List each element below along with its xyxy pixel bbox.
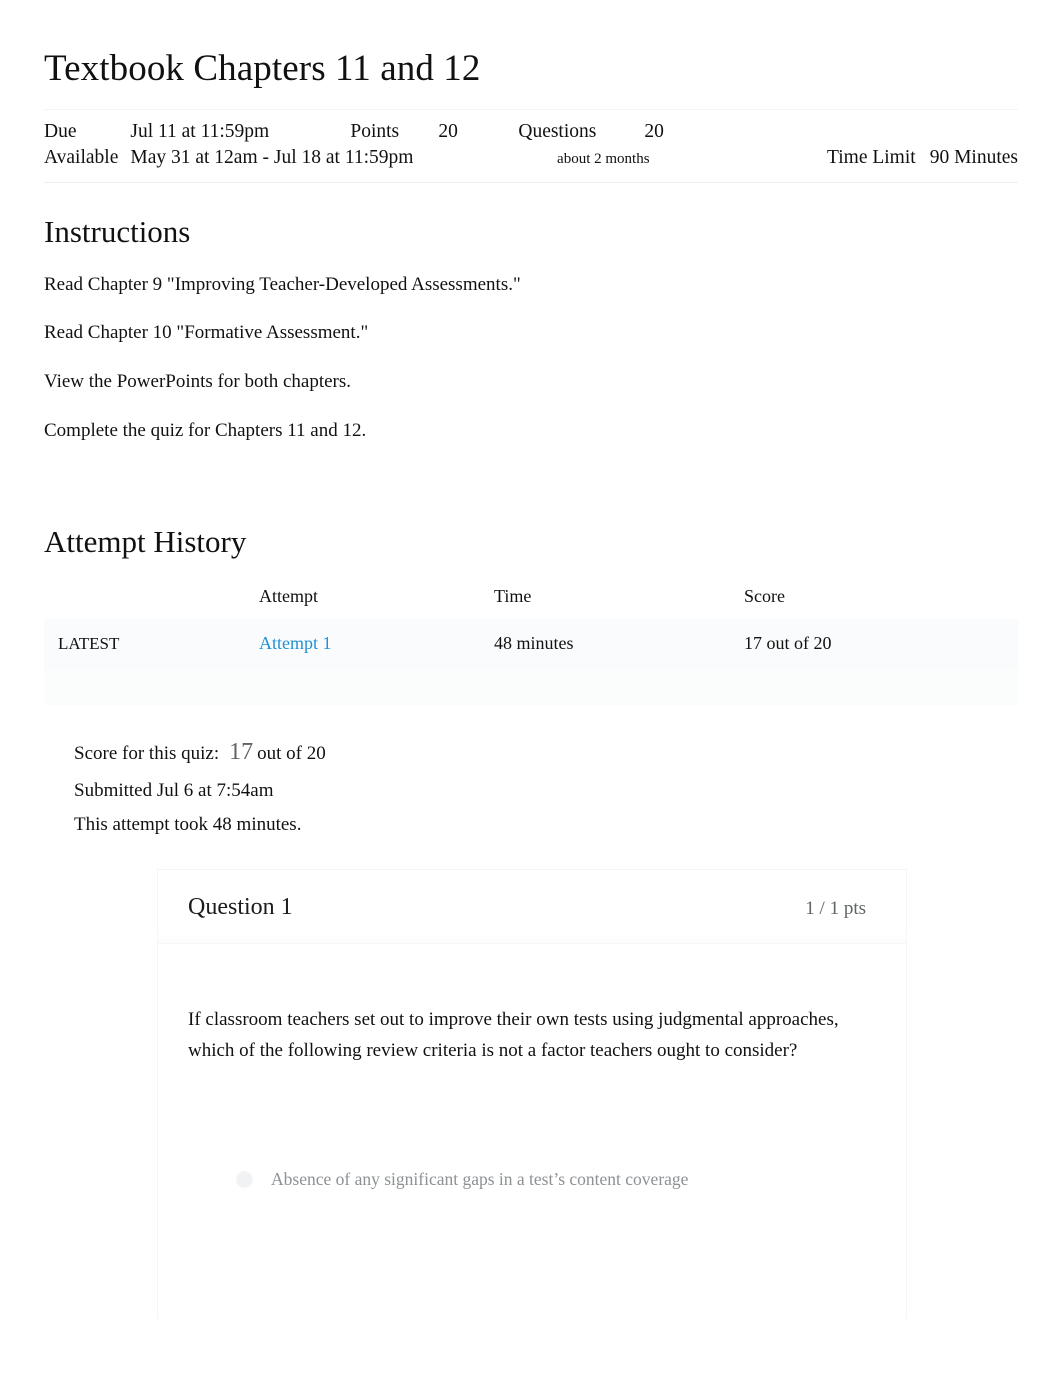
instruction-line: View the PowerPoints for both chapters. (44, 371, 352, 393)
questions-label: Questions (518, 120, 597, 142)
column-header-blank (44, 582, 259, 619)
table-row: LATEST Attempt 1 48 minutes 17 out of 20 (44, 619, 1018, 670)
quiz-results-page: Textbook Chapters 11 and 12 Due Jul 11 a… (0, 0, 1062, 1377)
question-card: Question 1 1 / 1 pts If classroom teache… (157, 868, 907, 1320)
points-label: Points (350, 120, 400, 142)
submitted-row: Submitted Jul 6 at 7:54am (74, 780, 274, 802)
answer-list: Absence of any significant gaps in a tes… (188, 1159, 862, 1320)
due-value: Jul 11 at 11:59pm (130, 120, 270, 142)
column-header-score: Score (744, 586, 785, 607)
table-row-spacer (44, 669, 1018, 706)
answer-option-label: Absence of any significant gaps in a tes… (271, 1168, 689, 1189)
attempt-1-link[interactable]: Attempt 1 (259, 633, 332, 653)
attempt-history-head: Attempt Time Score (44, 582, 1018, 619)
table-header-row: Attempt Time Score (44, 582, 1018, 619)
instructions-body: Read Chapter 9 "Improving Teacher-Develo… (44, 272, 1018, 444)
time-limit-cell: Time Limit 90 Minutes (688, 145, 1018, 171)
attempt-score-cell: 17 out of 20 (744, 619, 1018, 670)
quiz-meta-table: Due Jul 11 at 11:59pm Points 20 Question… (44, 119, 1018, 171)
points-value: 20 (438, 120, 458, 142)
time-limit-value: 90 Minutes (929, 146, 1018, 168)
time-limit-label: Time Limit (827, 146, 916, 168)
available-value: May 31 at 12am - Jul 18 at 11:59pm (130, 146, 414, 168)
quiz-meta-header: Due Jul 11 at 11:59pm Points 20 Question… (44, 108, 1018, 183)
due-label: Due (44, 120, 77, 142)
question-text: If classroom teachers set out to improve… (188, 1008, 839, 1062)
questions-value: 20 (644, 120, 664, 142)
latest-badge: LATEST (44, 619, 259, 670)
question-body: If classroom teachers set out to improve… (158, 944, 906, 1320)
attempt-time-cell: 48 minutes (494, 619, 744, 670)
question-header: Question 1 1 / 1 pts (158, 869, 906, 944)
attempt-cell: Attempt 1 (259, 619, 494, 670)
attempt-history-body: LATEST Attempt 1 48 minutes 17 out of 20 (44, 619, 1018, 706)
available-duration-note: about 2 months (557, 150, 650, 167)
question-name: Question 1 (188, 893, 293, 920)
column-header-time: Time (494, 586, 532, 607)
page-title: Textbook Chapters 11 and 12 (44, 48, 481, 89)
quiz-meta-row-2: Available May 31 at 12am - Jul 18 at 11:… (44, 145, 1018, 171)
instruction-line: Read Chapter 9 "Improving Teacher-Develo… (44, 273, 521, 295)
question-points: 1 / 1 pts (805, 897, 866, 919)
instruction-line: Complete the quiz for Chapters 11 and 12… (44, 419, 367, 441)
answer-option[interactable]: Absence of any significant gaps in a tes… (188, 1159, 862, 1200)
instructions-heading: Instructions (44, 213, 191, 249)
meta-row1-spacer (688, 119, 1018, 145)
score-value: 17 (229, 739, 254, 766)
attempt-history-table: Attempt Time Score LATEST Attempt 1 48 m… (44, 582, 1018, 706)
score-label: Score for this quiz: (74, 743, 220, 765)
score-out-of: out of 20 (257, 743, 326, 765)
column-header-attempt: Attempt (259, 586, 318, 607)
score-for-quiz-row: Score for this quiz: 17 out of 20 (74, 731, 1018, 774)
score-summary: Score for this quiz: 17 out of 20 Submitte… (44, 705, 1018, 841)
page-bottom-fade (0, 1317, 1062, 1377)
attempt-history-heading: Attempt History (44, 524, 247, 560)
table-row-spacer-cell (44, 669, 1018, 706)
quiz-meta-row-1: Due Jul 11 at 11:59pm Points 20 Question… (44, 119, 1018, 145)
latest-badge-label: LATEST (58, 634, 120, 654)
attempt-duration-row: This attempt took 48 minutes. (74, 814, 302, 836)
instruction-line: Read Chapter 10 "Formative Assessment." (44, 322, 369, 344)
radio-button-icon[interactable] (236, 1170, 253, 1188)
available-label: Available (44, 146, 119, 168)
